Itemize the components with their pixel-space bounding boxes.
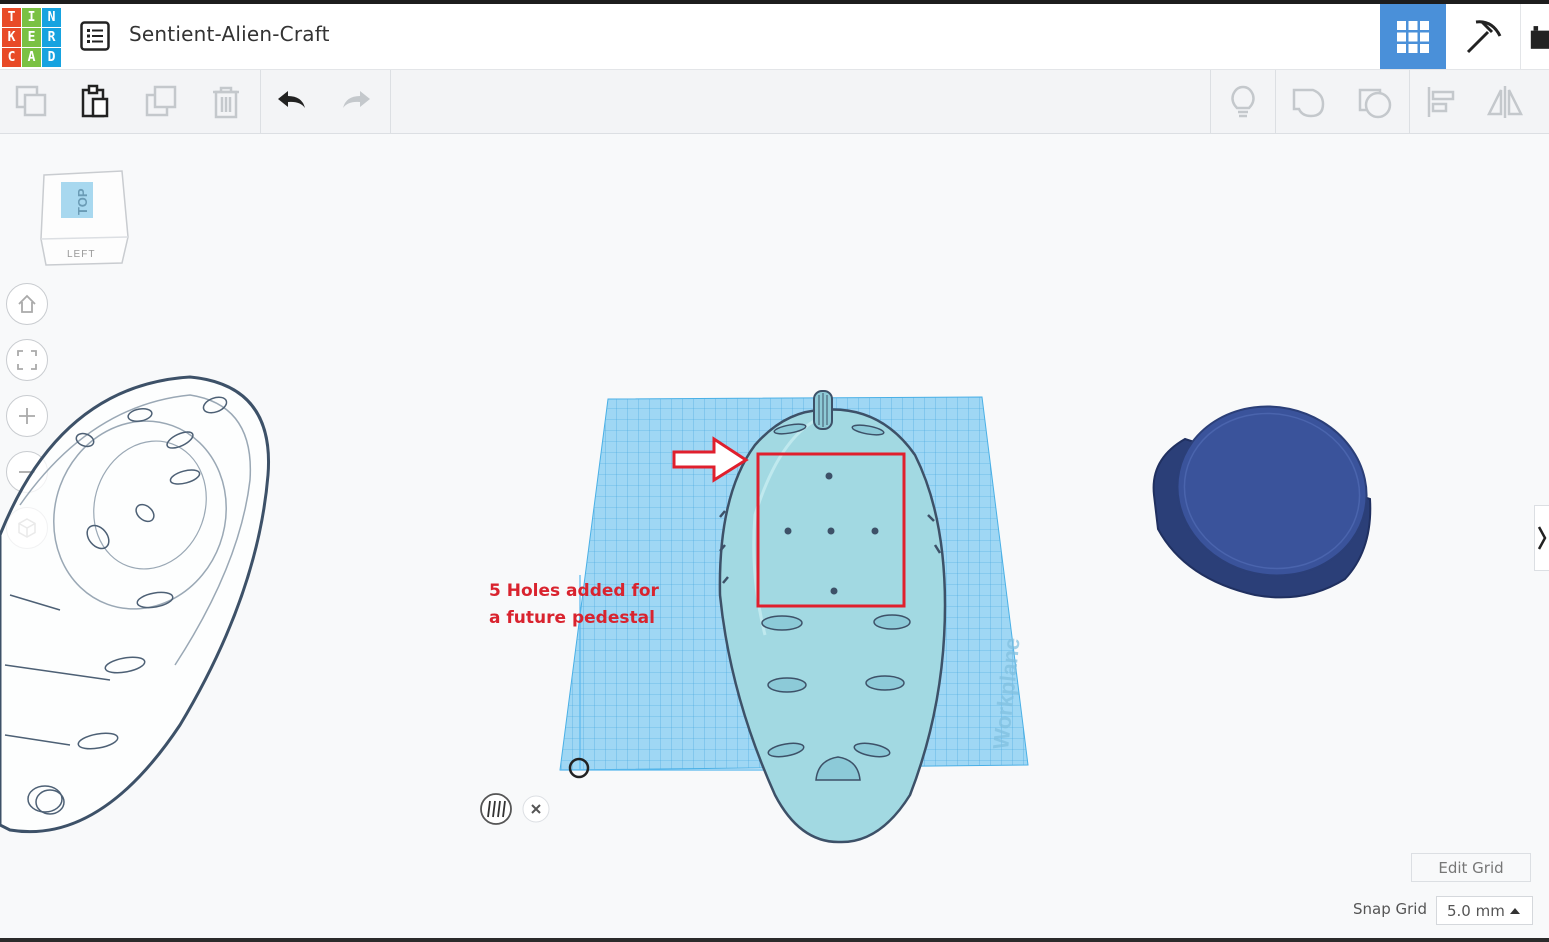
delete-icon (213, 86, 239, 118)
logo-letter: N (42, 8, 61, 27)
transparent-alien-shape[interactable] (0, 365, 290, 845)
annotation-line-1: 5 Holes added for (489, 581, 659, 601)
logo-letter: T (2, 8, 21, 27)
bricks-view-button[interactable] (1520, 4, 1549, 69)
project-title[interactable]: Sentient-Alien-Craft (129, 22, 330, 46)
mirror-button[interactable] (1475, 70, 1535, 133)
logo-letter: C (2, 48, 21, 67)
align-button[interactable] (1411, 70, 1471, 133)
redo-icon (343, 90, 370, 108)
workplane-viewport[interactable]: TOP LEFT Workplane 5 Holes added for a f… (0, 135, 1549, 942)
toolbar-divider (390, 70, 391, 133)
bricks-icon (1530, 25, 1549, 49)
annotation-text: 5 Holes added for a future pedestal (489, 578, 659, 632)
home-view-button[interactable] (6, 283, 48, 325)
redo-button[interactable] (326, 70, 386, 133)
build-view-button[interactable] (1450, 4, 1516, 69)
ruler-button[interactable] (478, 791, 514, 827)
undo-button[interactable] (262, 70, 322, 133)
snap-grid-label: Snap Grid (1353, 900, 1427, 918)
undo-icon (278, 90, 305, 108)
toolbar-divider (1210, 70, 1211, 133)
home-icon (18, 294, 36, 313)
caret-up-icon (1510, 908, 1520, 914)
chevron-right-icon (1537, 526, 1547, 550)
paste-button[interactable] (66, 70, 126, 133)
copy-button[interactable] (2, 70, 62, 133)
list-icon[interactable] (80, 21, 110, 51)
view-cube[interactable]: TOP LEFT (38, 167, 132, 269)
logo-letter: K (2, 28, 21, 47)
align-icon (1427, 86, 1455, 117)
top-bar: T I N K E R C A D Sentient-Alien-Craft (0, 0, 1549, 70)
blue-cylinder-shape[interactable] (1145, 399, 1380, 604)
copy-icon (15, 85, 47, 116)
view-cube-top-label: TOP (75, 188, 90, 215)
duplicate-icon (145, 85, 177, 116)
window-bottom-edge (0, 938, 1549, 942)
annotation-line-2: a future pedestal (489, 608, 655, 628)
logo-letter: E (22, 28, 41, 47)
pickaxe-icon (1466, 19, 1502, 53)
hole-shape-button[interactable] (1345, 70, 1405, 133)
edit-grid-button[interactable]: Edit Grid (1411, 853, 1531, 882)
logo-letter: D (42, 48, 61, 67)
logo-letter: R (42, 28, 61, 47)
tinkercad-logo[interactable]: T I N K E R C A D (2, 8, 62, 68)
panel-toggle-tab[interactable] (1534, 505, 1549, 571)
light-bulb-icon (1231, 85, 1255, 117)
notes-button[interactable] (1213, 70, 1273, 133)
grid-view-button[interactable] (1380, 4, 1446, 69)
edit-toolbar (0, 70, 1549, 134)
close-ruler-button[interactable] (521, 794, 551, 824)
duplicate-button[interactable] (132, 70, 192, 133)
solid-shape-button[interactable] (1279, 70, 1339, 133)
view-cube-left-label: LEFT (67, 249, 95, 260)
shape-icon (1292, 88, 1325, 117)
toolbar-divider (1275, 70, 1276, 133)
toolbar-divider (1409, 70, 1410, 133)
snap-grid-value: 5.0 mm (1447, 901, 1505, 920)
hole-icon (1358, 88, 1392, 118)
toolbar-divider (260, 70, 261, 133)
logo-letter: A (22, 48, 41, 67)
snap-grid-select[interactable]: 5.0 mm (1436, 896, 1533, 925)
paste-icon (81, 84, 109, 117)
delete-button[interactable] (196, 70, 256, 133)
logo-letter: I (22, 8, 41, 27)
mirror-icon (1486, 85, 1524, 118)
grid-view-icon (1397, 20, 1429, 53)
